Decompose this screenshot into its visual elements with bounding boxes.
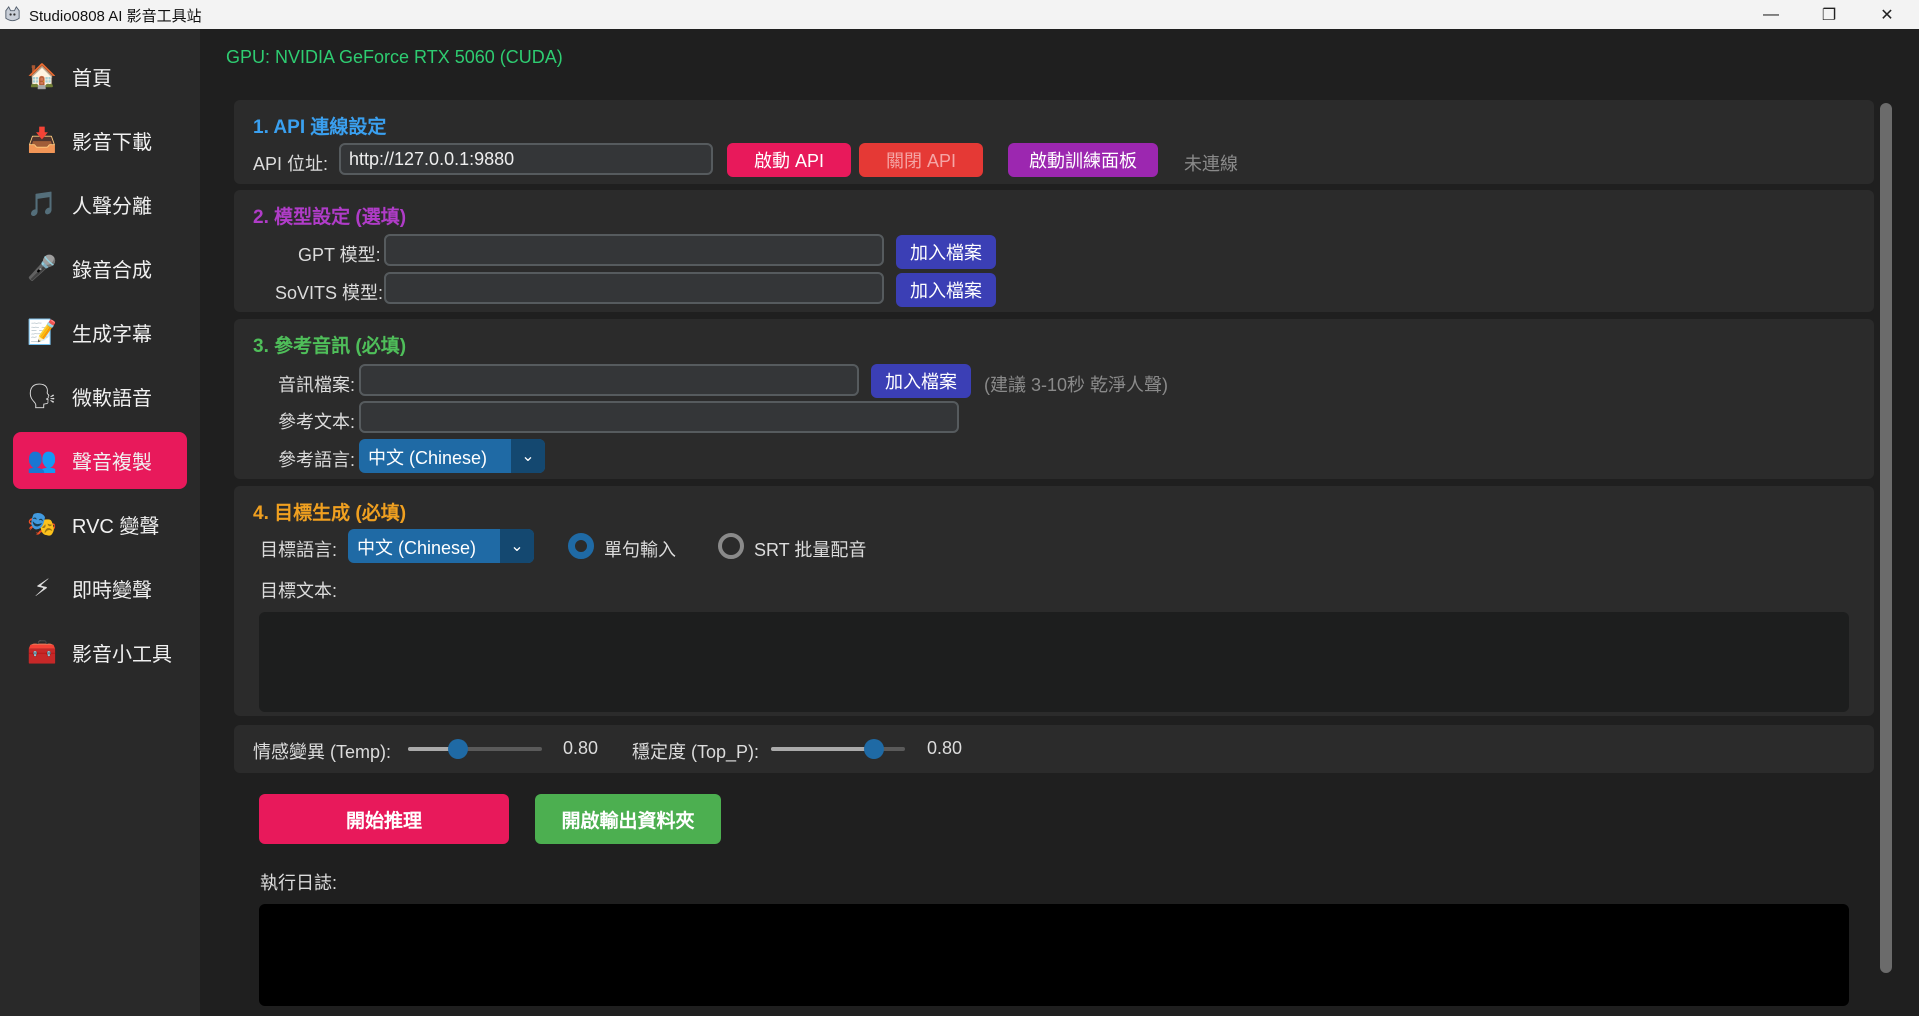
minimize-button[interactable]: — [1742, 0, 1800, 29]
maximize-button[interactable]: ❐ [1800, 0, 1858, 29]
top-p-slider[interactable] [771, 739, 905, 759]
sidebar-item-label: 錄音合成 [72, 260, 152, 282]
log-label: 執行日誌: [260, 873, 338, 893]
audio-file-label: 音訊檔案: [278, 375, 356, 395]
api-address-label: API 位址: [253, 154, 329, 174]
start-training-panel-button[interactable]: 啟動訓練面板 [1008, 143, 1158, 177]
open-output-folder-button[interactable]: 開啟輸出資料夾 [535, 794, 721, 844]
app-logo-icon [5, 6, 20, 22]
chevron-down-icon: ⌄ [511, 439, 545, 473]
top-p-slider-knob[interactable] [864, 739, 885, 759]
title-bar: Studio0808 AI 影音工具站 — ❐ ✕ [0, 0, 1919, 29]
start-api-button[interactable]: 啟動 API [727, 143, 851, 177]
music-note-icon: 🎵 [27, 191, 57, 218]
sidebar-item-label: 微軟語音 [72, 388, 152, 410]
window-title: Studio0808 AI 影音工具站 [29, 8, 202, 25]
target-language-select[interactable]: 中文 (Chinese) ⌄ [348, 529, 534, 563]
stop-api-button[interactable]: 關閉 API [859, 143, 983, 177]
chevron-down-icon: ⌄ [500, 529, 534, 563]
temp-label: 情感變異 (Temp): [253, 742, 392, 762]
top-p-label: 穩定度 (Top_P): [632, 742, 760, 762]
home-icon: 🏠 [27, 63, 57, 90]
connection-status: 未連線 [1184, 154, 1238, 174]
toolbox-icon: 🧰 [27, 639, 57, 666]
sovits-model-label: SoVITS 模型: [275, 283, 384, 303]
sliders-section: 情感變異 (Temp): 0.80 穩定度 (Top_P): 0.80 [234, 725, 1874, 773]
theater-masks-icon: 🎭 [27, 511, 57, 538]
selected-language: 中文 (Chinese) [368, 448, 488, 468]
users-icon: 👥 [27, 447, 57, 474]
model-section: 2. 模型設定 (選填) GPT 模型: 加入檔案 SoVITS 模型: 加入檔… [234, 190, 1874, 312]
sidebar-item-download[interactable]: 📥 影音下載 [13, 112, 187, 169]
temp-slider-knob[interactable] [447, 739, 468, 759]
target-text-label: 目標文本: [260, 581, 338, 601]
sovits-model-input[interactable] [384, 272, 884, 304]
single-input-radio[interactable] [568, 533, 594, 559]
sidebar-item-label: 影音下載 [72, 132, 152, 154]
memo-icon: 📝 [27, 319, 57, 346]
sidebar-item-rvc[interactable]: 🎭 RVC 變聲 [13, 496, 187, 553]
audio-hint: (建議 3-10秒 乾淨人聲) [984, 375, 1169, 395]
gpt-add-file-button[interactable]: 加入檔案 [896, 235, 996, 269]
api-section: 1. API 連線設定 API 位址: 啟動 API 關閉 API 啟動訓練面板… [234, 100, 1874, 184]
section-title: 2. 模型設定 (選填) [253, 207, 407, 228]
sidebar-item-label: 首頁 [72, 68, 112, 90]
restore-icon: ❐ [1821, 6, 1837, 24]
srt-batch-label: SRT 批量配音 [754, 540, 867, 560]
minimize-icon: — [1763, 5, 1779, 23]
srt-batch-radio[interactable] [718, 533, 744, 559]
sidebar-item-label: 人聲分離 [72, 196, 152, 218]
gpu-status: GPU: NVIDIA GeForce RTX 5060 (CUDA) [226, 47, 563, 67]
sidebar-item-subtitles[interactable]: 📝 生成字幕 [13, 304, 187, 361]
target-generation-section: 4. 目標生成 (必填) 目標語言: 中文 (Chinese) ⌄ 單句輸入 S… [234, 486, 1874, 716]
audio-file-input[interactable] [359, 364, 859, 396]
sovits-add-file-button[interactable]: 加入檔案 [896, 273, 996, 307]
sidebar-item-tools[interactable]: 🧰 影音小工具 [13, 624, 187, 681]
close-button[interactable]: ✕ [1858, 0, 1916, 29]
selected-language: 中文 (Chinese) [357, 538, 477, 558]
temp-slider[interactable] [408, 739, 542, 759]
top-p-slider-fill [771, 747, 875, 751]
start-inference-button[interactable]: 開始推理 [259, 794, 509, 844]
reference-text-input[interactable] [359, 401, 959, 433]
sidebar-item-home[interactable]: 🏠 首頁 [13, 48, 187, 105]
target-language-label: 目標語言: [260, 540, 338, 560]
sidebar: 🏠 首頁 📥 影音下載 🎵 人聲分離 🎤 錄音合成 📝 生成字幕 🗣 微軟語音 … [0, 29, 200, 1016]
sidebar-item-label: 聲音複製 [72, 452, 152, 474]
reference-text-label: 參考文本: [278, 412, 356, 432]
sidebar-item-realtime[interactable]: ⚡ 即時變聲 [13, 560, 187, 617]
close-icon: ✕ [1880, 6, 1894, 24]
section-title: 4. 目標生成 (必填) [253, 503, 407, 524]
sidebar-item-label: 生成字幕 [72, 324, 152, 346]
target-text-area[interactable] [259, 612, 1849, 712]
sidebar-item-vocal-separation[interactable]: 🎵 人聲分離 [13, 176, 187, 233]
log-output[interactable] [259, 904, 1849, 1006]
sidebar-item-label: RVC 變聲 [72, 516, 160, 538]
section-title: 3. 參考音訊 (必填) [253, 336, 407, 357]
top-p-value: 0.80 [927, 738, 963, 758]
sidebar-item-ms-tts[interactable]: 🗣 微軟語音 [13, 368, 187, 425]
download-icon: 📥 [27, 127, 57, 154]
gpt-model-label: GPT 模型: [298, 245, 381, 265]
scrollbar[interactable] [1880, 103, 1892, 973]
single-input-label: 單句輸入 [604, 540, 676, 560]
temp-value: 0.80 [563, 738, 599, 758]
sidebar-item-recording[interactable]: 🎤 錄音合成 [13, 240, 187, 297]
microphone-icon: 🎤 [27, 255, 57, 282]
gpt-model-input[interactable] [384, 234, 884, 266]
speaking-head-icon: 🗣 [26, 383, 58, 410]
sidebar-item-label: 影音小工具 [72, 644, 172, 666]
api-address-input[interactable] [339, 143, 713, 175]
reference-language-label: 參考語言: [278, 450, 356, 470]
audio-add-file-button[interactable]: 加入檔案 [871, 364, 971, 398]
sidebar-item-label: 即時變聲 [72, 580, 152, 602]
lightning-icon: ⚡ [33, 575, 51, 602]
reference-language-select[interactable]: 中文 (Chinese) ⌄ [359, 439, 545, 473]
reference-audio-section: 3. 參考音訊 (必填) 音訊檔案: 加入檔案 (建議 3-10秒 乾淨人聲) … [234, 319, 1874, 479]
section-title: 1. API 連線設定 [253, 117, 387, 138]
sidebar-item-voice-clone[interactable]: 👥 聲音複製 [13, 432, 187, 489]
